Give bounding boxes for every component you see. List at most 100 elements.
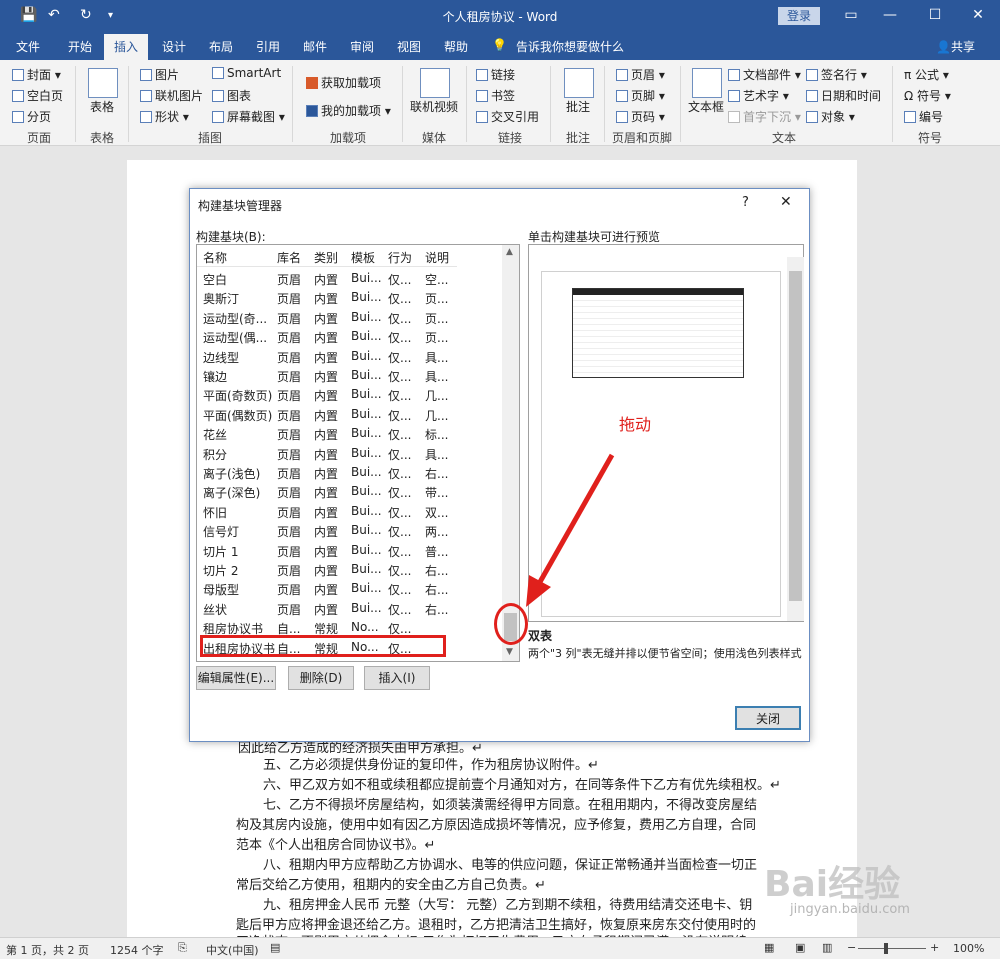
- help-button[interactable]: ?: [742, 195, 749, 210]
- col-gallery[interactable]: 库名: [277, 249, 301, 266]
- get-addins-button[interactable]: 获取加载项: [306, 74, 381, 91]
- link-button[interactable]: 链接: [476, 66, 515, 83]
- edit-properties-button[interactable]: 编辑属性(E)...: [196, 666, 276, 690]
- close-window-icon[interactable]: ✕: [963, 4, 993, 26]
- numbering-button[interactable]: 编号: [904, 108, 943, 125]
- cell-gallery: 页眉: [277, 505, 302, 520]
- list-item[interactable]: 镶边 页眉 内置 Bui... 仅... 具...: [197, 366, 497, 385]
- scroll-down-icon[interactable]: ▼: [506, 647, 513, 657]
- footer-button[interactable]: 页脚 ▾: [616, 87, 665, 104]
- zoom-slider[interactable]: [858, 948, 926, 949]
- drop-cap-button[interactable]: 首字下沉 ▾: [728, 108, 801, 125]
- tab-mailings[interactable]: 邮件: [303, 38, 327, 55]
- list-item[interactable]: 边线型 页眉 内置 Bui... 仅... 具...: [197, 347, 497, 366]
- dialog-close-icon[interactable]: ✕: [780, 194, 792, 210]
- smartart-button[interactable]: SmartArt: [212, 66, 281, 80]
- dialog-title: 构建基块管理器: [198, 199, 283, 213]
- minimize-icon[interactable]: —: [875, 4, 905, 26]
- chart-button[interactable]: 图表: [212, 87, 251, 104]
- preview-scroll-thumb[interactable]: [789, 271, 802, 601]
- ribbon-display-icon[interactable]: ▭: [836, 4, 866, 26]
- list-item[interactable]: 母版型 页眉 内置 Bui... 仅... 右...: [197, 579, 497, 598]
- header-button[interactable]: 页眉 ▾: [616, 66, 665, 83]
- page-number-button[interactable]: 页码 ▾: [616, 108, 665, 125]
- list-item[interactable]: 离子(深色) 页眉 内置 Bui... 仅... 带...: [197, 482, 497, 501]
- macro-icon[interactable]: ▤: [270, 941, 280, 954]
- col-template[interactable]: 模板: [351, 249, 375, 266]
- quick-parts-button[interactable]: 文档部件 ▾: [728, 66, 801, 83]
- proofing-icon[interactable]: ⎘: [178, 941, 187, 955]
- list-item[interactable]: 奥斯汀 页眉 内置 Bui... 仅... 页...: [197, 288, 497, 307]
- web-layout-icon[interactable]: ▥: [822, 941, 832, 954]
- object-button[interactable]: 对象 ▾: [806, 108, 855, 125]
- zoom-slider-thumb[interactable]: [884, 943, 888, 954]
- building-blocks-list[interactable]: 名称 库名 类别 模板 行为 说明 空白 页眉 内置 Bui... 仅... 空... 奥斯…: [196, 244, 520, 662]
- symbol-button[interactable]: Ω 符号 ▾: [904, 87, 951, 104]
- zoom-out-icon[interactable]: −: [847, 941, 856, 954]
- signature-line-button[interactable]: 签名行 ▾: [806, 66, 867, 83]
- page-break-button[interactable]: 分页: [12, 108, 51, 125]
- insert-button[interactable]: 插入(I): [364, 666, 430, 690]
- cell-category: 内置: [314, 311, 339, 326]
- tab-layout[interactable]: 布局: [209, 38, 233, 55]
- maximize-icon[interactable]: ☐: [920, 4, 950, 26]
- share-button[interactable]: 👤共享: [936, 38, 975, 55]
- preview-scrollbar[interactable]: [787, 257, 804, 621]
- comment-button[interactable]: 批注: [566, 98, 590, 115]
- online-video-button[interactable]: 联机视频: [410, 98, 458, 115]
- list-item[interactable]: 丝状 页眉 内置 Bui... 仅... 右...: [197, 599, 497, 618]
- page-count[interactable]: 第 1 页，共 2 页: [6, 942, 89, 958]
- list-item[interactable]: 信号灯 页眉 内置 Bui... 仅... 两...: [197, 521, 497, 540]
- tab-design[interactable]: 设计: [162, 38, 186, 55]
- tab-view[interactable]: 视图: [397, 38, 421, 55]
- shapes-button[interactable]: 形状 ▾: [140, 108, 189, 125]
- language[interactable]: 中文(中国): [206, 942, 259, 958]
- tab-review[interactable]: 审阅: [350, 38, 374, 55]
- cross-reference-button[interactable]: 交叉引用: [476, 108, 539, 125]
- zoom-level[interactable]: 100%: [953, 942, 984, 955]
- text-box-button[interactable]: 文本框: [688, 98, 724, 115]
- tab-file[interactable]: 文件: [16, 38, 40, 55]
- list-item[interactable]: 切片 2 页眉 内置 Bui... 仅... 右...: [197, 560, 497, 579]
- tab-home[interactable]: 开始: [68, 38, 92, 55]
- list-item[interactable]: 花丝 页眉 内置 Bui... 仅... 标...: [197, 424, 497, 443]
- quick-parts-label: 文档部件: [743, 68, 792, 82]
- scroll-up-icon[interactable]: ▲: [506, 247, 513, 257]
- list-item[interactable]: 空白 页眉 内置 Bui... 仅... 空...: [197, 269, 497, 288]
- read-mode-icon[interactable]: ▦: [764, 941, 774, 954]
- table-button[interactable]: 表格: [90, 98, 114, 115]
- word-count[interactable]: 1254 个字: [110, 942, 164, 958]
- delete-button[interactable]: 删除(D): [288, 666, 354, 690]
- login-button[interactable]: 登录: [778, 7, 820, 25]
- tab-help[interactable]: 帮助: [444, 38, 468, 55]
- cover-page-button[interactable]: 封面 ▾: [12, 66, 61, 83]
- bookmark-button[interactable]: 书签: [476, 87, 515, 104]
- tell-me-search[interactable]: 告诉我你想要做什么: [516, 38, 624, 55]
- list-item[interactable]: 离子(浅色) 页眉 内置 Bui... 仅... 右...: [197, 463, 497, 482]
- my-addins-button[interactable]: 我的加载项 ▾: [306, 102, 391, 119]
- col-behavior[interactable]: 行为: [388, 249, 412, 266]
- equation-button[interactable]: π 公式 ▾: [904, 66, 949, 83]
- date-time-button[interactable]: 日期和时间: [806, 87, 881, 104]
- list-item[interactable]: 怀旧 页眉 内置 Bui... 仅... 双...: [197, 502, 497, 521]
- pictures-button[interactable]: 图片: [140, 66, 179, 83]
- list-item[interactable]: 平面(奇数页) 页眉 内置 Bui... 仅... 几...: [197, 385, 497, 404]
- close-button[interactable]: 关闭: [735, 706, 801, 730]
- col-name[interactable]: 名称: [203, 249, 227, 266]
- online-pictures-button[interactable]: 联机图片: [140, 87, 203, 104]
- list-item[interactable]: 运动型(奇... 页眉 内置 Bui... 仅... 页...: [197, 308, 497, 327]
- zoom-in-icon[interactable]: +: [930, 941, 939, 954]
- list-item[interactable]: 运动型(偶... 页眉 内置 Bui... 仅... 页...: [197, 327, 497, 346]
- blank-page-button[interactable]: 空白页: [12, 87, 63, 104]
- list-item[interactable]: 切片 1 页眉 内置 Bui... 仅... 普...: [197, 541, 497, 560]
- col-category[interactable]: 类别: [314, 249, 338, 266]
- list-scrollbar[interactable]: ▲ ▼: [502, 245, 519, 661]
- print-layout-icon[interactable]: ▣: [795, 941, 805, 954]
- list-item[interactable]: 平面(偶数页) 页眉 内置 Bui... 仅... 几...: [197, 405, 497, 424]
- tab-references[interactable]: 引用: [256, 38, 280, 55]
- screenshot-button[interactable]: 屏幕截图 ▾: [212, 108, 285, 125]
- list-item[interactable]: 积分 页眉 内置 Bui... 仅... 具...: [197, 444, 497, 463]
- wordart-button[interactable]: 艺术字 ▾: [728, 87, 789, 104]
- tab-insert[interactable]: 插入: [104, 34, 149, 60]
- col-description[interactable]: 说明: [425, 249, 449, 266]
